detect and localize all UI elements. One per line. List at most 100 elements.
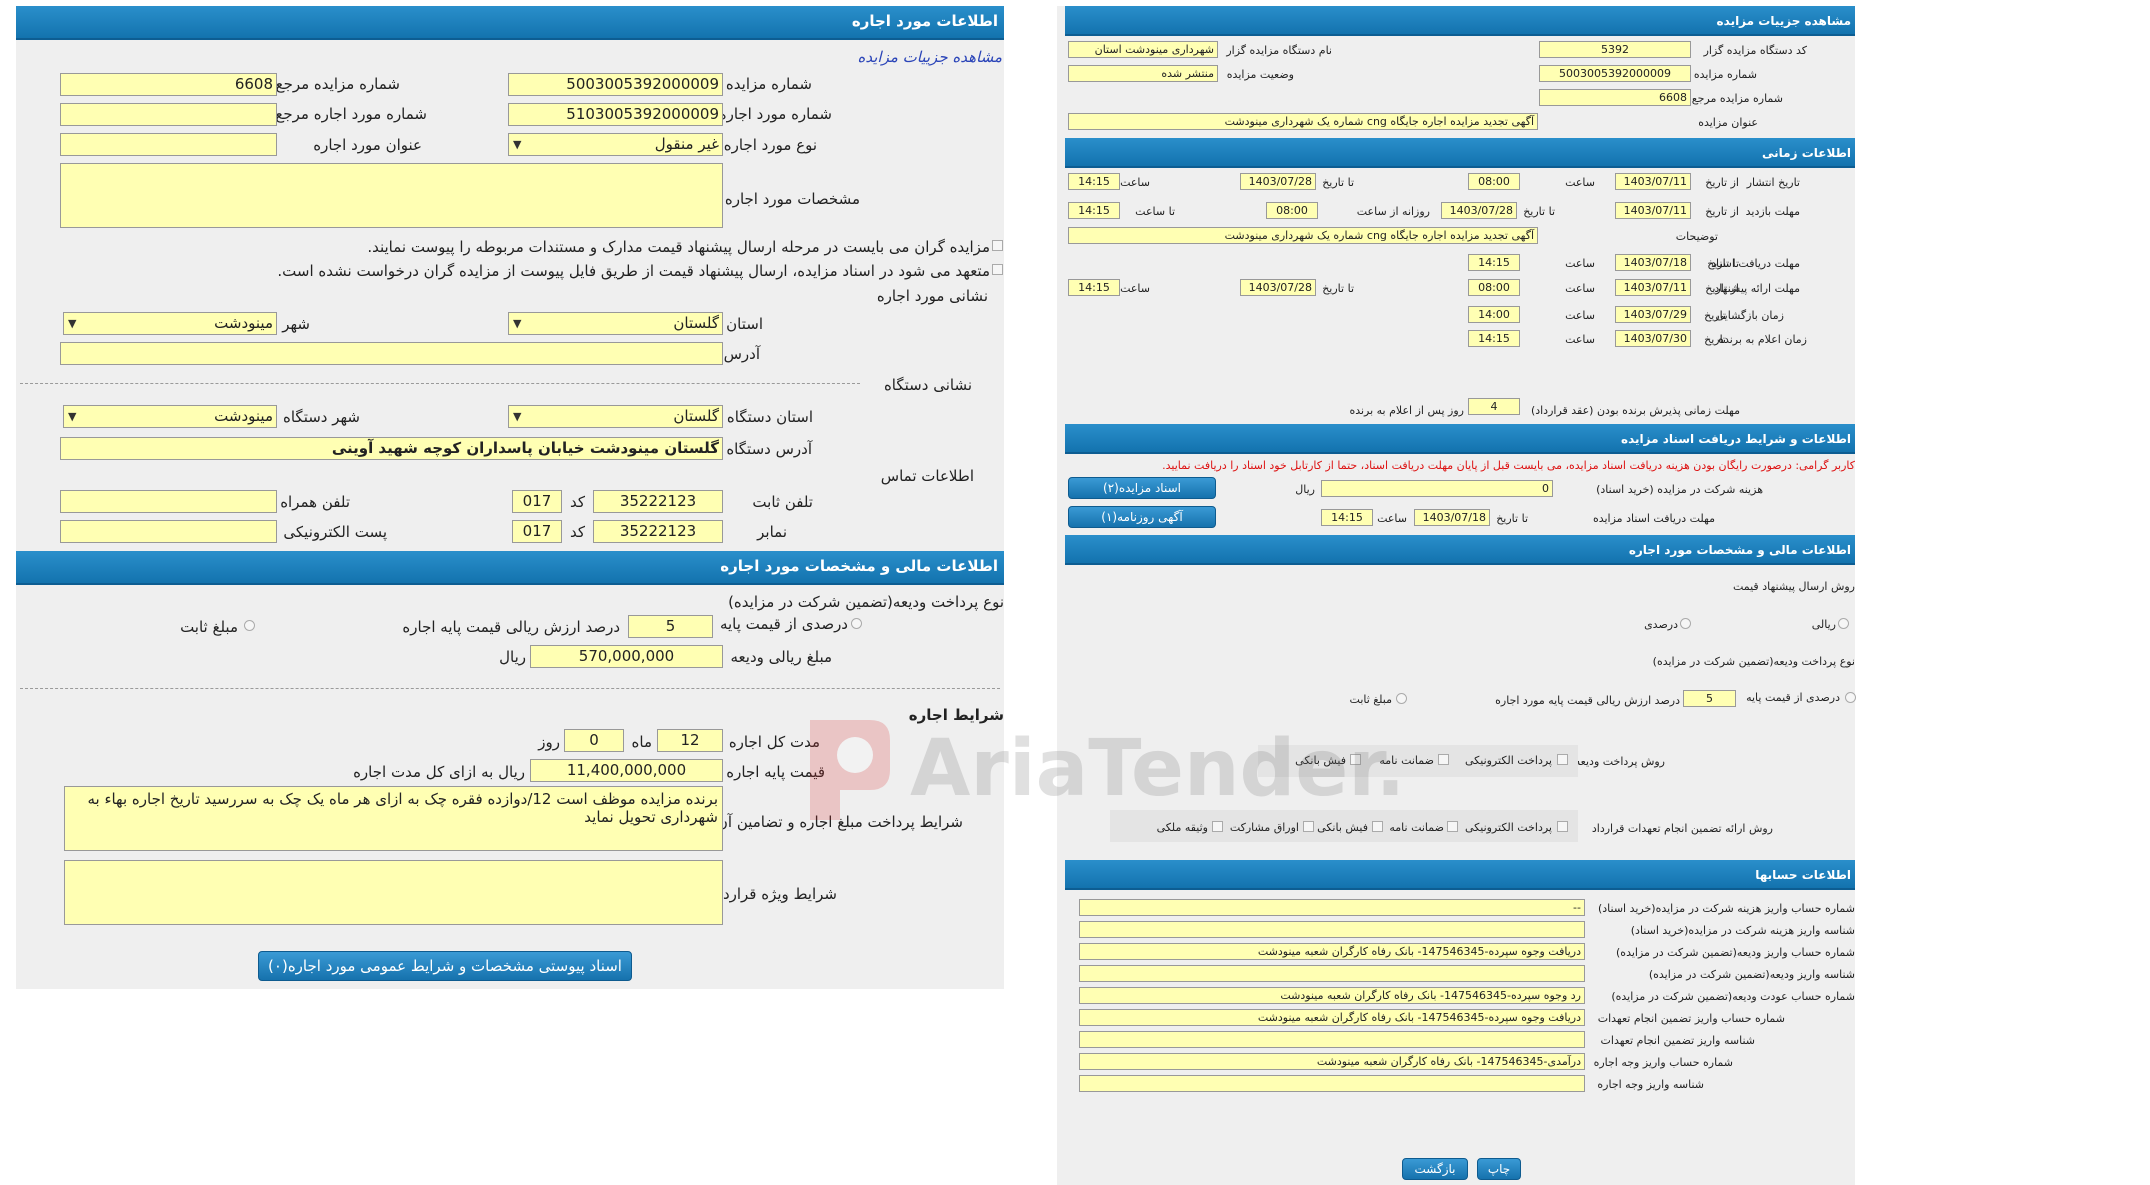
opening-time-field: 14:00 xyxy=(1468,306,1520,323)
mobile-label: تلفن همراه xyxy=(280,493,350,511)
deposit-amount-field: 570,000,000 xyxy=(530,645,723,668)
device-city-select[interactable]: مینودشت ▼ xyxy=(63,405,277,428)
docs-deadline-to-label: تا تاریخ xyxy=(1496,512,1528,525)
rial-option-label: ریالی xyxy=(1811,618,1836,631)
account-7-field: درآمدی-147546345- بانک رفاه کارگران شعبه… xyxy=(1079,1053,1585,1070)
radio-percent[interactable] xyxy=(851,618,862,629)
visit-to-label: تا تاریخ xyxy=(1523,205,1555,218)
account-3-field xyxy=(1079,965,1585,982)
back-button[interactable]: بازگشت xyxy=(1402,1158,1468,1180)
device-province-label: استان دستگاه xyxy=(726,408,813,426)
visit-label: مهلت بازدید xyxy=(1745,205,1800,218)
check-docs-required-text: مزایده گران می بایست در مرحله ارسال پیشن… xyxy=(367,238,990,256)
special-terms-textarea xyxy=(64,860,723,925)
auction-details-title: مشاهده جزییات مزایده xyxy=(1716,14,1851,28)
mobile-field xyxy=(60,490,277,513)
docs-receive-to-field: 1403/07/18 xyxy=(1615,254,1691,271)
chevron-down-icon: ▼ xyxy=(68,317,77,330)
fax-code-field: 017 xyxy=(512,520,562,543)
duration-months-field: 12 xyxy=(657,729,723,752)
radio-percent-offer[interactable] xyxy=(1680,618,1691,629)
auction-docs-button[interactable]: اسناد مزایده(۲) xyxy=(1068,477,1216,499)
phone-code-label: کد xyxy=(569,493,585,511)
winner-date-label: تاریخ xyxy=(1704,333,1726,346)
publish-label: تاریخ انتشار xyxy=(1746,176,1800,189)
device-province-select[interactable]: گلستان ▼ xyxy=(508,405,723,428)
deposit-type-right-label: نوع پرداخت ودیعه(تضمین شرکت در مزایده) xyxy=(1652,655,1855,668)
visit-from-field: 1403/07/11 xyxy=(1615,202,1691,219)
lease-specs-label: مشخصات مورد اجاره xyxy=(724,190,860,208)
finance-section-title: اطلاعات مالی و مشخصات مورد اجاره xyxy=(720,557,998,575)
chevron-down-icon: ▼ xyxy=(68,410,77,423)
visit-to-field: 1403/07/28 xyxy=(1441,202,1517,219)
offer-from-field: 1403/07/11 xyxy=(1615,279,1691,296)
lease-terms-title: شرایط اجاره xyxy=(908,706,1004,724)
percent-desc: درصد ارزش ریالی قیمت پایه اجاره xyxy=(402,618,620,636)
auction-details-header: مشاهده جزییات مزایده xyxy=(1065,6,1855,36)
subject-field: آگهی تجدید مزایده اجاره جایگاه cng شماره… xyxy=(1068,113,1538,130)
visit-daily-to-label: تا ساعت xyxy=(1135,205,1175,218)
account-1-field xyxy=(1079,921,1585,938)
opening-date-field: 1403/07/29 xyxy=(1615,306,1691,323)
org-name-field: شهرداری مینودشت استان xyxy=(1068,41,1218,58)
contact-section: اطلاعات تماس xyxy=(880,467,974,485)
radio-percent-base[interactable] xyxy=(1845,692,1856,703)
radio-rial[interactable] xyxy=(1838,618,1849,629)
check-guarantee xyxy=(1438,754,1449,765)
lease-type-value: غیر منقول xyxy=(654,135,719,153)
offer-from-label: از تاریخ xyxy=(1705,282,1739,295)
lease-item-number-label: شماره مورد اجاره xyxy=(718,105,832,123)
docs-deadline-field: 1403/07/18 xyxy=(1414,509,1490,526)
lease-title-field xyxy=(60,133,277,156)
offer-to-time-field: 14:15 xyxy=(1068,279,1120,296)
account-0-field: -- xyxy=(1079,899,1585,916)
opt-bonds-label: اوراق مشارکت xyxy=(1229,821,1299,834)
ref-auction-number-field: 6608 xyxy=(60,73,277,96)
city-select[interactable]: مینودشت ▼ xyxy=(63,312,277,335)
publish-to-field: 1403/07/28 xyxy=(1240,173,1316,190)
account-0-label: شماره حساب واریز هزینه شرکت در مزایده(خر… xyxy=(1597,902,1855,915)
account-5-field: دریافت وجوه سپرده-147546345- بانک رفاه ک… xyxy=(1079,1009,1585,1026)
divider xyxy=(20,688,1000,689)
fee-rial-label: ریال xyxy=(1295,483,1315,496)
publish-from-field: 1403/07/11 xyxy=(1615,173,1691,190)
docs-receive-hour-label: ساعت xyxy=(1565,257,1595,270)
province-select[interactable]: گلستان ▼ xyxy=(508,312,723,335)
email-label: پست الکترونیکی xyxy=(283,523,387,541)
attachments-button[interactable]: اسناد پیوستی مشخصات و شرایط عمومی مورد ا… xyxy=(258,951,632,981)
account-6-label: شناسه واریز تضمین انجام تعهدات xyxy=(1600,1034,1755,1047)
chevron-down-icon: ▼ xyxy=(513,317,522,330)
view-auction-link[interactable]: مشاهده جزییات مزایده xyxy=(858,48,1003,66)
percent-base-desc: درصد ارزش ریالی قیمت پایه مورد اجاره xyxy=(1495,694,1680,707)
visit-daily-from-field: 08:00 xyxy=(1266,202,1318,219)
opt-property-label: وثیقه ملکی xyxy=(1156,821,1208,834)
radio-fixed[interactable] xyxy=(244,620,255,631)
email-field xyxy=(60,520,277,543)
lease-type-select[interactable]: غیر منقول ▼ xyxy=(508,133,723,156)
percent-label: درصدی از قیمت پایه xyxy=(719,615,848,633)
docs-deadline-hour-label: ساعت xyxy=(1377,512,1407,525)
ref-no-field: 6608 xyxy=(1539,89,1691,106)
ref-lease-item-number-field xyxy=(60,103,277,126)
acceptance-suffix: روز پس از اعلام به برنده xyxy=(1349,404,1464,417)
winner-label: زمان اعلام به برنده xyxy=(1718,333,1807,346)
radio-fixed-right[interactable] xyxy=(1396,693,1407,704)
account-7-label: شماره حساب واریز وجه اجاره xyxy=(1593,1056,1733,1069)
newspaper-ad-button[interactable]: آگهی روزنامه(۱) xyxy=(1068,506,1216,528)
publish-to-label: تا تاریخ xyxy=(1322,176,1354,189)
percent-option-label: درصدی xyxy=(1644,618,1678,631)
offer-method-label: روش ارسال پیشنهاد قیمت xyxy=(1732,580,1855,593)
device-address-field: گلستان مینودشت خیابان پاسداران کوچه شهید… xyxy=(60,437,723,460)
auction-no-field: 5003005392000009 xyxy=(1539,65,1691,82)
finance-right-title: اطلاعات مالی و مشخصات مورد اجاره xyxy=(1628,543,1851,557)
address-field xyxy=(60,342,723,365)
check-no-attachment-text: متعهد می شود در اسناد مزایده، ارسال پیشن… xyxy=(277,262,990,280)
print-button[interactable]: چاپ xyxy=(1477,1158,1521,1180)
fee-field: 0 xyxy=(1321,480,1553,497)
desc-field: آگهی تجدید مزایده اجاره جایگاه cng شماره… xyxy=(1068,227,1538,244)
opt-bank-receipt-label: فیش بانکی xyxy=(1295,754,1346,767)
special-terms-label: شرایط ویژه قرارداد xyxy=(712,885,837,903)
day-label: روز xyxy=(538,733,560,751)
duration-label: مدت کل اجاره xyxy=(728,733,820,751)
account-1-label: شناسه واریز هزینه شرکت در مزایده(خرید اس… xyxy=(1630,924,1855,937)
